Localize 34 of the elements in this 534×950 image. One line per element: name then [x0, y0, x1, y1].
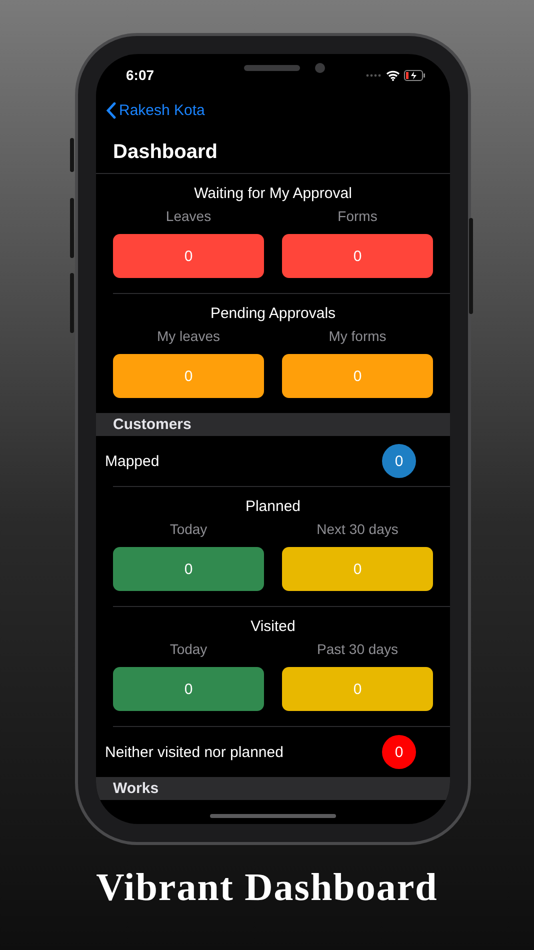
chevron-left-icon — [106, 102, 116, 119]
tile-label: Today — [168, 640, 208, 658]
tile-label: My leaves — [156, 327, 222, 345]
count-tile[interactable]: 0 — [282, 667, 433, 711]
count-tile[interactable]: 0 — [282, 547, 433, 591]
section-title: Visited — [250, 617, 296, 637]
section-title: Waiting for My Approval — [193, 184, 353, 204]
battery-icon — [404, 70, 426, 80]
count-tile[interactable]: 0 — [282, 234, 433, 278]
tile-label: My forms — [328, 327, 388, 345]
row-label: Neither visited nor planned — [105, 744, 284, 760]
tile-label: Forms — [336, 207, 378, 225]
page-title: Dashboard — [112, 140, 218, 165]
signal-icon — [366, 74, 382, 76]
tile-label: Leaves — [164, 207, 212, 225]
status-time: 6:07 — [126, 67, 154, 83]
tile-label: Today — [168, 520, 208, 538]
back-button[interactable]: Rakesh Kota — [96, 102, 205, 119]
tile-label: Past 30 days — [316, 640, 399, 658]
count-tile[interactable]: 0 — [113, 547, 264, 591]
section-header: Customers — [113, 416, 192, 433]
count-badge: 0 — [382, 444, 416, 478]
section-title: Pending Approvals — [209, 304, 337, 324]
row-label: Mapped — [105, 452, 160, 470]
count-tile[interactable]: 0 — [113, 234, 264, 278]
count-tile[interactable]: 0 — [113, 667, 264, 711]
count-badge: 0 — [382, 735, 416, 769]
tile-label: Next 30 days — [316, 520, 400, 538]
count-tile[interactable]: 0 — [282, 354, 433, 398]
wifi-icon — [386, 70, 400, 80]
count-tile[interactable]: 0 — [113, 354, 264, 398]
caption: Vibrant Dashboard — [96, 865, 438, 910]
section-header: Works — [113, 780, 159, 797]
section-title: Planned — [244, 497, 302, 517]
